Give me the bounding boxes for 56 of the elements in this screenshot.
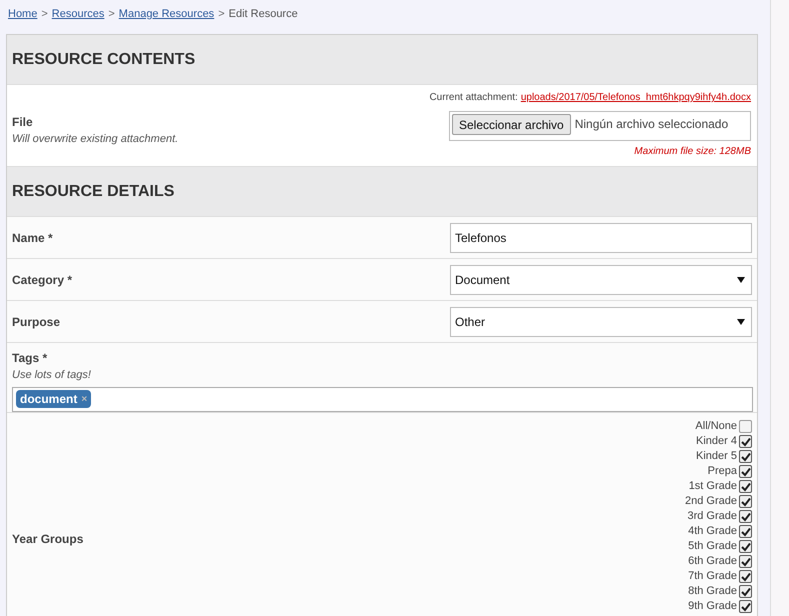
caret-icon <box>737 276 745 282</box>
checkbox[interactable] <box>739 525 752 538</box>
breadcrumb-separator: > <box>108 6 115 22</box>
checkbox-label: 9th Grade <box>688 599 737 614</box>
caret-icon <box>737 318 745 324</box>
checkbox[interactable] <box>739 600 752 613</box>
section-title: RESOURCE CONTENTS <box>12 50 196 70</box>
breadcrumb-separator: > <box>218 6 225 22</box>
checkbox-label: 2nd Grade <box>685 494 737 510</box>
field-label: Year Groups <box>12 531 84 548</box>
checkbox-label: 8th Grade <box>688 584 737 600</box>
breadcrumb-link[interactable]: Manage Resources <box>118 6 214 22</box>
checkbox[interactable] <box>739 450 752 463</box>
field-label: Category * <box>12 272 72 288</box>
breadcrumb-link[interactable]: Home <box>8 6 38 22</box>
checkbox-label: 4th Grade <box>688 524 737 540</box>
breadcrumb-separator: > <box>41 6 48 22</box>
field-hint: Will overwrite existing attachment. <box>12 132 178 147</box>
checkbox-label: 1st Grade <box>688 479 737 494</box>
checkbox[interactable] <box>739 480 752 493</box>
select-field[interactable]: Document <box>450 264 752 294</box>
checkbox-label: 6th Grade <box>688 554 737 570</box>
checkbox-label: Kinder 4 <box>696 434 737 450</box>
file-status: Ningún archivo seleccionado <box>574 116 728 133</box>
max-file-size: Maximum file size: 128MB <box>634 145 751 159</box>
breadcrumb-link[interactable]: Resources <box>52 6 104 22</box>
checkbox[interactable] <box>739 540 752 553</box>
select-field[interactable]: Other <box>450 306 752 336</box>
checkbox-label: 7th Grade <box>688 569 737 584</box>
checkbox[interactable] <box>739 495 752 508</box>
checkbox[interactable] <box>739 420 752 433</box>
text-field[interactable]: Telefonos <box>450 222 752 252</box>
tags-field[interactable]: document × <box>12 386 753 412</box>
attachment-link[interactable]: uploads/2017/05/Telefonos_hmt6hkpqy9ihfy4h.docx <box>520 91 751 105</box>
checkbox-label: 5th Grade <box>688 539 737 554</box>
file-input[interactable]: Seleccionar archivo Ningún archivo seleccionado <box>449 111 751 141</box>
attachment-label: Current attachment: <box>429 91 518 105</box>
field-label: Name * <box>12 230 53 246</box>
section-title: RESOURCE DETAILS <box>12 182 174 202</box>
checkbox[interactable] <box>739 435 752 448</box>
field-label: File <box>12 114 34 131</box>
checkbox[interactable] <box>739 585 752 598</box>
checkbox[interactable] <box>739 465 752 478</box>
field-label: Tags * <box>12 350 48 367</box>
checkbox[interactable] <box>739 555 752 568</box>
checkbox-label: Prepa <box>708 464 737 480</box>
field-hint: Use lots of tags! <box>12 368 92 383</box>
checkbox-label: All/None <box>695 419 737 434</box>
field-label: Purpose <box>12 314 60 330</box>
checkbox[interactable] <box>739 510 752 523</box>
checkbox-label: 3rd Grade <box>687 509 737 524</box>
tag-chip: document × <box>16 390 92 408</box>
choose-file-button[interactable]: Seleccionar archivo <box>452 114 571 135</box>
breadcrumb-current: Edit Resource <box>228 6 298 22</box>
checkbox-label: Kinder 5 <box>696 449 737 464</box>
checkbox[interactable] <box>739 570 752 583</box>
